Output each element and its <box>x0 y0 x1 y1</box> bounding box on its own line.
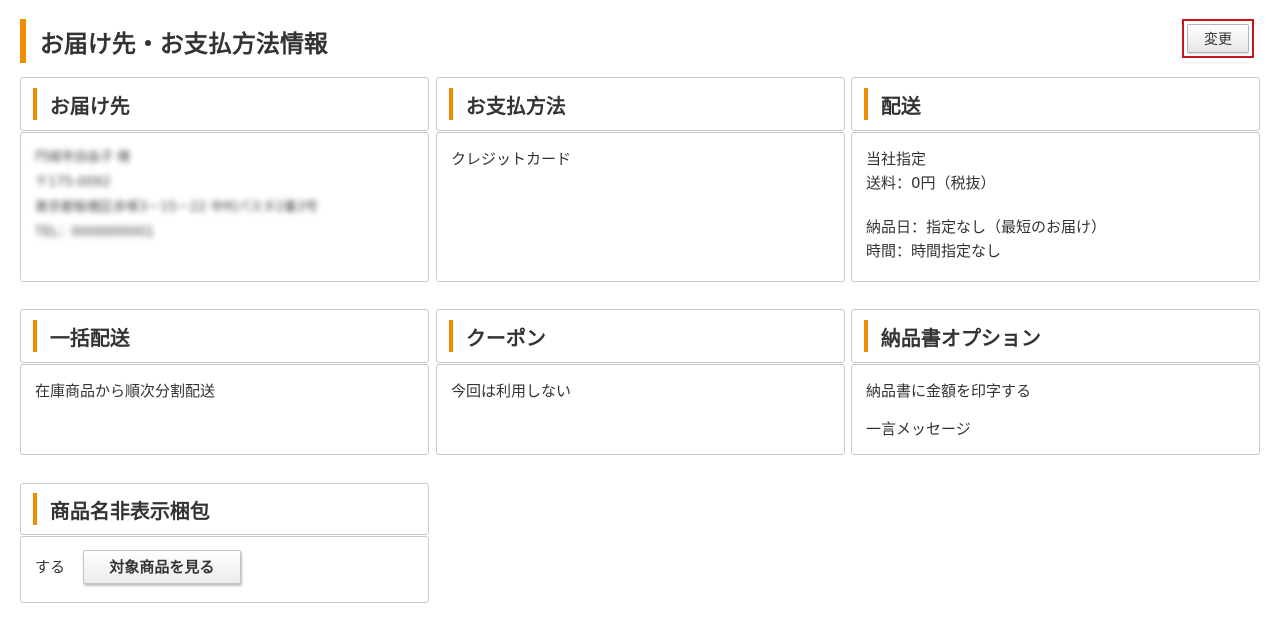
change-button[interactable]: 変更 <box>1187 24 1249 53</box>
delivery-time: 時間：時間指定なし <box>866 242 1002 260</box>
panel-body: 今回は利用しない <box>436 364 845 455</box>
phone-number: TEL：0000000001 <box>35 225 155 240</box>
panel-title: 商品名非表示梱包 <box>50 498 210 523</box>
panel-header: 商品名非表示梱包 <box>20 483 429 535</box>
panel-hidden-name-packing: 商品名非表示梱包 する 対象商品を見る <box>20 483 429 603</box>
shipping-fee: 送料：0円（税抜） <box>866 174 996 192</box>
address-block: 円城寺自由子 様 〒175-0092 東京都板橋区赤塚3－15－22 中村パスタ… <box>35 145 414 245</box>
packing-row: する 対象商品を見る <box>35 550 414 584</box>
change-button-highlight: 変更 <box>1182 19 1254 58</box>
panel-body: クレジットカード <box>436 132 845 282</box>
invoice-message: 一言メッセージ <box>866 420 971 438</box>
delivery-date: 納品日：指定なし（最短のお届け） <box>866 218 1107 236</box>
panel-title: お支払方法 <box>466 93 566 118</box>
panel-accent-bar <box>864 88 868 120</box>
panel-accent-bar <box>33 88 37 120</box>
panel-shipping: 配送 当社指定 送料：0円（税抜） 納品日：指定なし（最短のお届け） 時間：時間… <box>851 77 1260 282</box>
panel-payment: お支払方法 クレジットカード <box>436 77 845 282</box>
panel-accent-bar <box>33 493 37 525</box>
panel-accent-bar <box>449 320 453 352</box>
payment-method-value: クレジットカード <box>451 150 572 168</box>
panel-accent-bar <box>864 320 868 352</box>
invoice-amount-print: 納品書に金額を印字する <box>866 382 1032 400</box>
header-accent-bar <box>20 19 26 63</box>
panel-body: する 対象商品を見る <box>20 536 429 603</box>
panel-title: 納品書オプション <box>881 325 1041 350</box>
panel-body: 円城寺自由子 様 〒175-0092 東京都板橋区赤塚3－15－22 中村パスタ… <box>20 132 429 282</box>
panel-title: クーポン <box>466 325 546 350</box>
panel-header: お支払方法 <box>436 77 845 131</box>
panel-accent-bar <box>33 320 37 352</box>
view-target-products-button[interactable]: 対象商品を見る <box>83 550 242 584</box>
order-info-section: お届け先・お支払方法情報 変更 お届け先 円城寺自由子 様 〒175-0092 … <box>0 0 1280 624</box>
panel-coupon: クーポン 今回は利用しない <box>436 309 845 455</box>
panel-title: お届け先 <box>50 93 130 118</box>
street-address: 東京都板橋区赤塚3－15－22 中村パスタ2番3号 <box>35 200 319 215</box>
shipping-method: 当社指定 <box>866 150 927 168</box>
panel-bulk-shipping: 一括配送 在庫商品から順次分割配送 <box>20 309 429 455</box>
panel-header: 一括配送 <box>20 309 429 363</box>
panel-invoice-option: 納品書オプション 納品書に金額を印字する 一言メッセージ <box>851 309 1260 455</box>
packing-value: する <box>35 558 66 576</box>
panel-title: 配送 <box>881 93 921 118</box>
panel-header: クーポン <box>436 309 845 363</box>
coupon-value: 今回は利用しない <box>451 382 572 400</box>
bulk-shipping-value: 在庫商品から順次分割配送 <box>35 382 216 400</box>
panel-body: 当社指定 送料：0円（税抜） 納品日：指定なし（最短のお届け） 時間：時間指定な… <box>851 132 1260 282</box>
recipient-name: 円城寺自由子 様 <box>35 150 131 165</box>
panel-header: 配送 <box>851 77 1260 131</box>
page-title: お届け先・お支払方法情報 <box>40 29 328 58</box>
panel-header: 納品書オプション <box>851 309 1260 363</box>
panel-body: 在庫商品から順次分割配送 <box>20 364 429 455</box>
panel-header: お届け先 <box>20 77 429 131</box>
panel-delivery-address: お届け先 円城寺自由子 様 〒175-0092 東京都板橋区赤塚3－15－22 … <box>20 77 429 282</box>
section-header: お届け先・お支払方法情報 <box>20 18 328 64</box>
panel-title: 一括配送 <box>50 325 130 350</box>
postal-code: 〒175-0092 <box>35 175 111 190</box>
panel-body: 納品書に金額を印字する 一言メッセージ <box>851 364 1260 455</box>
panel-accent-bar <box>449 88 453 120</box>
